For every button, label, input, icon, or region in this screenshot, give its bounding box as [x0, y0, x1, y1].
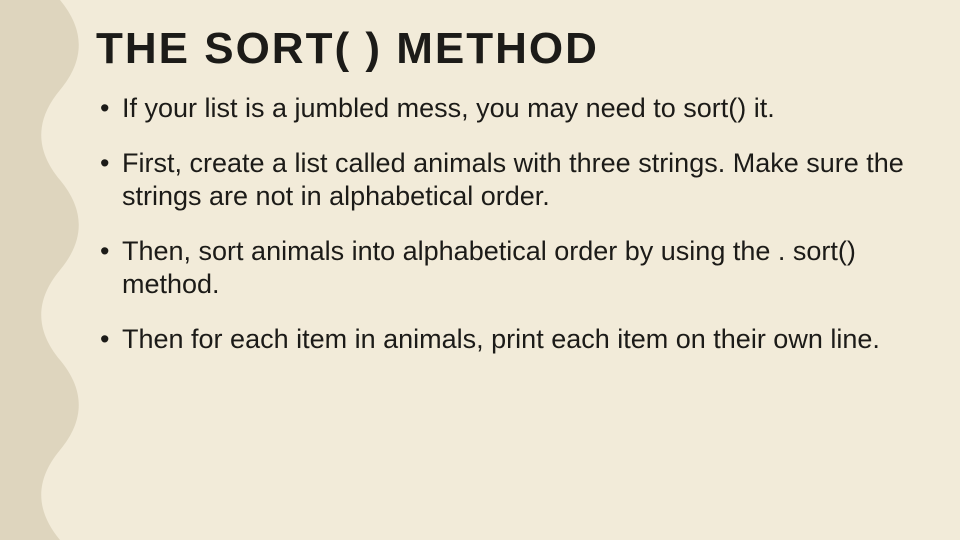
list-item: If your list is a jumbled mess, you may …: [96, 92, 920, 125]
list-item: Then for each item in animals, print eac…: [96, 323, 920, 356]
slide: THE SORT( ) METHOD If your list is a jum…: [0, 0, 960, 540]
list-item: Then, sort animals into alphabetical ord…: [96, 235, 920, 301]
list-item: First, create a list called animals with…: [96, 147, 920, 213]
bullet-list: If your list is a jumbled mess, you may …: [96, 92, 920, 356]
slide-title: THE SORT( ) METHOD: [96, 24, 920, 74]
slide-content: THE SORT( ) METHOD If your list is a jum…: [96, 24, 920, 378]
wave-decoration: [0, 0, 90, 540]
